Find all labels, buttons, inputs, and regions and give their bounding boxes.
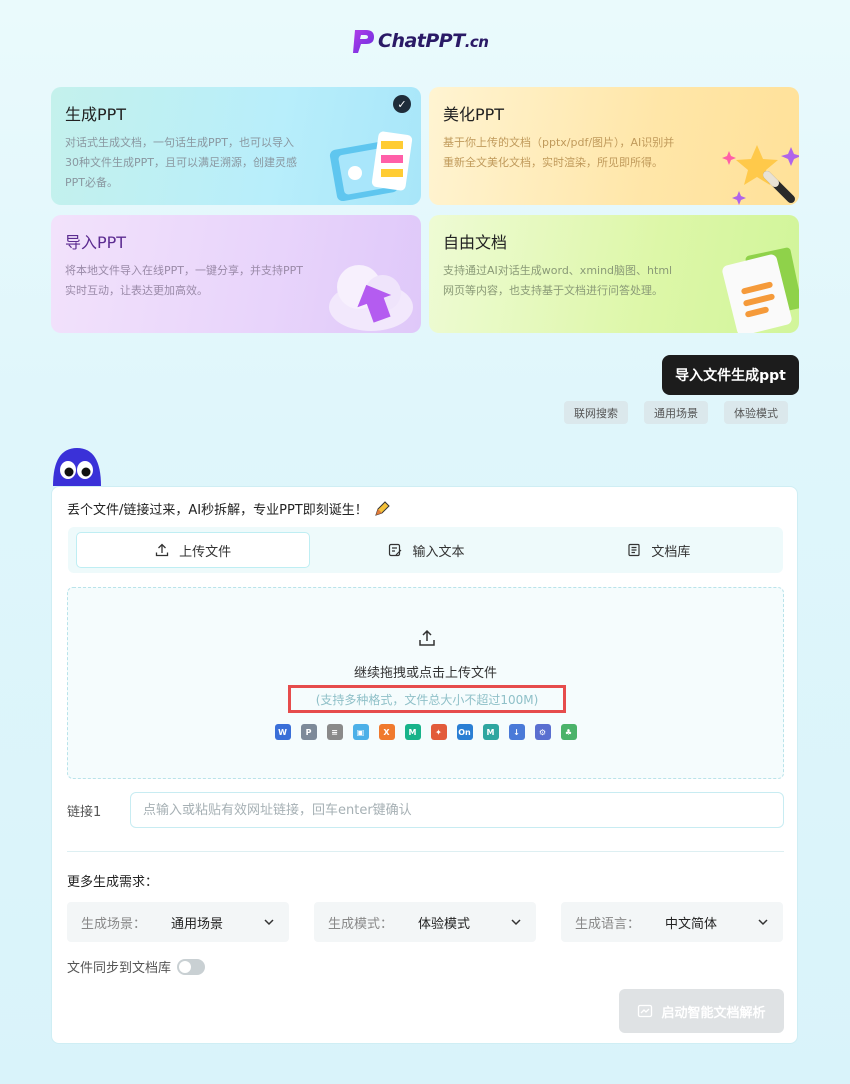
input-tabs: 上传文件 输入文本 文档库 (68, 527, 783, 573)
dropzone-format-note: (支持多种格式，文件总大小不超过100M) (288, 685, 566, 713)
tab-document-library[interactable]: 文档库 (543, 532, 775, 568)
upload-icon (419, 629, 435, 646)
edit-icon (389, 543, 402, 557)
download-icon: ↓ (508, 724, 525, 740)
mascot-avatar (53, 448, 101, 486)
link-icon: ⚙ (534, 724, 551, 740)
brand-logo[interactable]: ChatPPT.cn (352, 24, 489, 58)
markdown-icon: M (482, 724, 499, 740)
card-generate-ppt[interactable]: 生成PPT 对话式生成文档，一句话生成PPT，也可以导入30种文件生成PPT，且… (51, 87, 421, 205)
pencil-icon (374, 500, 390, 516)
select-scene[interactable]: 生成场景： 通用场景 (67, 902, 289, 942)
image-icon: ▣ (352, 724, 369, 740)
chip-experience-mode[interactable]: 体验模式 (724, 401, 788, 424)
chevron-down-icon (758, 919, 768, 926)
tab-input-text[interactable]: 输入文本 (310, 532, 542, 568)
select-mode[interactable]: 生成模式： 体验模式 (314, 902, 536, 942)
check-icon: ✓ (393, 95, 411, 113)
word-icon: W (274, 724, 291, 740)
butterfly-icon: ✦ (430, 724, 447, 740)
document-icon (628, 543, 640, 557)
card-import-ppt[interactable]: 导入PPT 将本地文件导入在线PPT，一键分享，并支持PPT实时互动，让表达更加… (51, 215, 421, 333)
onenote-icon: On (456, 724, 473, 740)
more-requirements-label: 更多生成需求： (67, 875, 159, 890)
divider (67, 851, 784, 852)
upload-icon (156, 543, 169, 557)
start-document-analysis-button[interactable]: 启动智能文档解析 (619, 989, 784, 1033)
document-illustration-icon (722, 247, 799, 333)
card-free-document[interactable]: 自由文档 支持通过AI对话生成word、xmind脑图、html网页等内容，也支… (429, 215, 799, 333)
card-desc: 将本地文件导入在线PPT，一键分享，并支持PPT实时互动，让表达更加高效。 (65, 264, 303, 297)
tab-upload-file[interactable]: 上传文件 (76, 532, 311, 568)
ppt-icon: P (300, 724, 317, 740)
sync-to-library: 文件同步到文档库 (67, 957, 206, 976)
chip-general-scene[interactable]: 通用场景 (644, 401, 708, 424)
slides-illustration-icon (329, 131, 413, 202)
logo-text: ChatPPT.cn (378, 30, 489, 52)
card-desc: 支持通过AI对话生成word、xmind脑图、html网页等内容，也支持基于文档… (443, 264, 673, 297)
xmind-icon: X (378, 724, 395, 740)
cloud-upload-illustration-icon (329, 265, 413, 331)
chevron-down-icon (511, 919, 521, 926)
image-doc-icon (638, 1004, 653, 1018)
import-file-generate-ppt-button[interactable]: 导入文件生成ppt (662, 355, 799, 395)
magic-wand-star-icon (722, 145, 799, 205)
link-label: 链接1 (67, 805, 102, 820)
card-desc: 对话式生成文档，一句话生成PPT，也可以导入30种文件生成PPT，且可以满足溯源… (65, 136, 297, 189)
dropzone-instruction: 继续拖拽或点击上传文件 (353, 666, 497, 681)
chevron-down-icon (264, 919, 274, 926)
upload-panel: 丢个文件/链接过来，AI秒拆解，专业PPT即刻诞生！ 上传文件 输入文本 文档库… (51, 486, 798, 1044)
sync-toggle[interactable] (177, 958, 206, 975)
supported-formats: W P ≡ ▣ X M ✦ On M ↓ ⚙ ♣ (68, 724, 783, 740)
audio-icon: ♣ (560, 724, 577, 740)
logo-mark-icon (353, 30, 374, 53)
file-dropzone[interactable]: 继续拖拽或点击上传文件 (支持多种格式，文件总大小不超过100M) W P ≡ ▣ X M… (67, 587, 784, 779)
panel-intro: 丢个文件/链接过来，AI秒拆解，专业PPT即刻诞生！ (67, 499, 390, 518)
mindmap-icon: M (404, 724, 421, 740)
link-input[interactable] (130, 792, 784, 828)
chip-web-search[interactable]: 联网搜索 (564, 401, 628, 424)
card-beautify-ppt[interactable]: 美化PPT 基于你上传的文档（pptx/pdf/图片），AI识别并重新全文美化文… (429, 87, 799, 205)
card-desc: 基于你上传的文档（pptx/pdf/图片），AI识别并重新全文美化文档，实时渲染… (443, 136, 675, 169)
pdf-icon: ≡ (326, 724, 343, 740)
select-language[interactable]: 生成语言： 中文简体 (561, 902, 783, 942)
